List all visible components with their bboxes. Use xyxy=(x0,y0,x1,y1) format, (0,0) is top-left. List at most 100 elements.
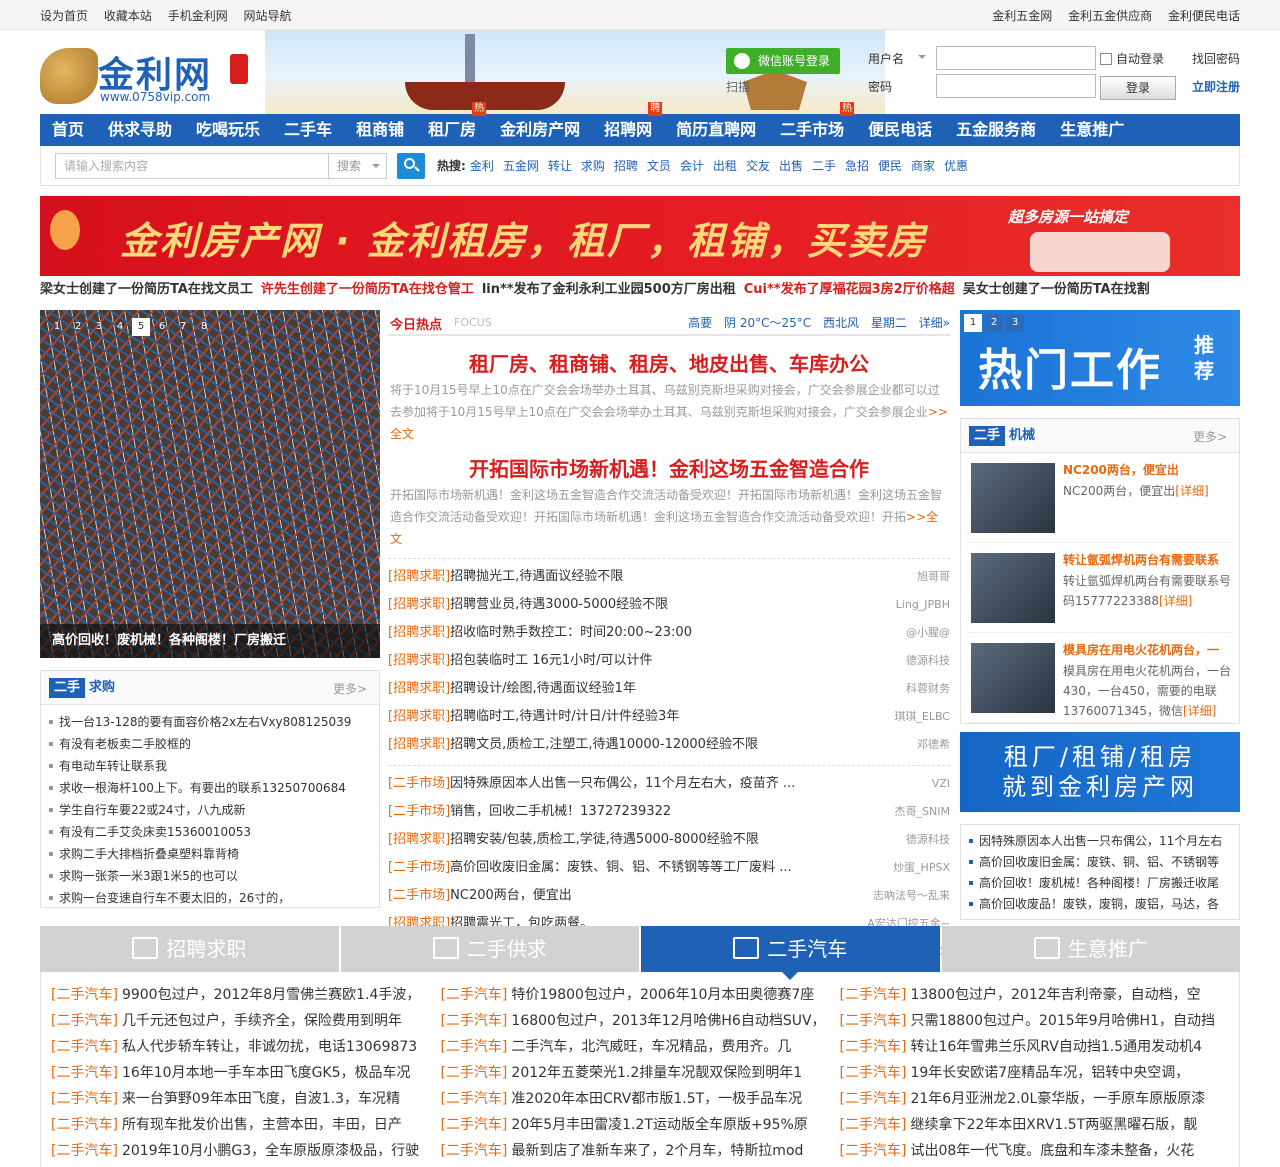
listing-item[interactable]: [二手汽车] 几千元还包过户，手续齐全，保险费用到明年 xyxy=(51,1008,426,1034)
news-item[interactable]: [二手市场]NC200两台，便宜出 志吶法号～乱来 xyxy=(388,882,950,910)
detail-link[interactable]: [详细] xyxy=(1159,594,1192,608)
listing-category[interactable]: [二手汽车] xyxy=(51,1039,118,1055)
listing-item[interactable]: [二手汽车] 试出08年一代飞度。底盘和车漆未整备，火花 xyxy=(840,1138,1215,1164)
machine-title[interactable]: 转让氩弧焊机两台有需要联系 xyxy=(1063,551,1239,568)
nav-item[interactable]: 金利房产网 xyxy=(488,114,592,146)
tab-4[interactable]: 生意推广 xyxy=(941,926,1240,972)
wechat-login-button[interactable]: 微信账号登录 xyxy=(726,48,840,74)
hot-keyword[interactable]: 会计 xyxy=(680,159,704,173)
listing-title[interactable]: 21年6月亚洲龙2.0L豪华版，一手原车原版原漆 xyxy=(910,1091,1205,1107)
listing-category[interactable]: [二手汽车] xyxy=(440,987,507,1003)
machine-thumbnail[interactable] xyxy=(971,463,1055,533)
list-item[interactable]: 有没有老板卖二手胶框的 xyxy=(49,733,371,755)
hot-keyword[interactable]: 商家 xyxy=(911,159,935,173)
hot-keyword[interactable]: 文员 xyxy=(647,159,671,173)
machine-item[interactable]: 模具房在用电火花机两台，一 模具房在用电火花机两台，一台430，一台450，需要的… xyxy=(969,633,1231,723)
listing-title[interactable]: 准2020年本田CRV都市版1.5T，一极手品车况 xyxy=(511,1091,802,1107)
news-item[interactable]: [招聘求职]招包装临时工 16元1小时/可以计件 德源科技 xyxy=(388,647,950,675)
nav-item[interactable]: 供求寻助 xyxy=(96,114,184,146)
nav-item[interactable]: 二手车 xyxy=(272,114,344,146)
listing-category[interactable]: [二手汽车] xyxy=(840,1065,907,1081)
hot-keyword[interactable]: 转让 xyxy=(548,159,572,173)
listing-item[interactable]: [二手汽车] 所有现车批发价出售，主营本田，丰田，日产 xyxy=(51,1112,426,1138)
listing-item[interactable]: [二手汽车] 继续拿下22年本田XRV1.5T两驱黑曜石版，靓 xyxy=(840,1112,1215,1138)
hot-keyword[interactable]: 求购 xyxy=(581,159,605,173)
mobile-site-link[interactable]: 手机金利网 xyxy=(168,9,228,23)
set-homepage-link[interactable]: 设为首页 xyxy=(40,9,88,23)
news-category[interactable]: [招聘求职] xyxy=(388,653,450,668)
nav-item[interactable]: 租商铺 xyxy=(344,114,416,146)
list-item[interactable]: 求收一根海杆100上下。有要出的联系13250700684 xyxy=(49,777,371,799)
auto-login-checkbox[interactable]: 自动登录 xyxy=(1100,50,1164,67)
listing-item[interactable]: [二手汽车] 16800包过户，2013年12月哈佛H6自动档SUV， xyxy=(440,1008,825,1034)
listing-title[interactable]: 2012年五菱荣光1.2排量车况靓双保险到明年1 xyxy=(511,1065,802,1081)
listing-item[interactable]: [二手汽车] 2012年五菱荣光1.2排量车况靓双保险到明年1 xyxy=(440,1060,825,1086)
hot-keyword[interactable]: 金利 xyxy=(470,159,494,173)
news-item[interactable]: [招聘求职]招收临时熟手数控工：时间20:00~23:00 @小腥@ xyxy=(388,619,950,647)
listing-title[interactable]: 9900包过户，2012年8月雪佛兰赛欧1.4手波， xyxy=(122,987,420,1003)
news-item[interactable]: [二手市场]销售，回收二手机械！13727239322 杰哥_SNIM xyxy=(388,798,950,826)
listing-title[interactable]: 16800包过户，2013年12月哈佛H6自动档SUV， xyxy=(511,1013,825,1029)
listing-title[interactable]: 所有现车批发价出售，主营本田，丰田，日产 xyxy=(122,1117,402,1133)
list-item[interactable]: 因特殊原因本人出售一只布偶公，11个月左右 xyxy=(969,831,1231,852)
machine-item[interactable]: 转让氩弧焊机两台有需要联系 转让氩弧焊机两台有需要联系号码15777223388[… xyxy=(969,543,1231,633)
listing-category[interactable]: [二手汽车] xyxy=(840,1091,907,1107)
news-title[interactable]: 招聘营业员,待遇3000-5000经验不限 xyxy=(450,597,668,612)
listing-category[interactable]: [二手汽车] xyxy=(440,1117,507,1133)
list-item[interactable]: 求购二手大排档折叠桌塑料靠背椅 xyxy=(49,843,371,865)
listing-category[interactable]: [二手汽车] xyxy=(840,1117,907,1133)
hardware-site-link[interactable]: 金利五金网 xyxy=(992,9,1052,23)
list-item[interactable]: 找一台13-128的要有面容价格2x左右Vxy808125039 xyxy=(49,711,371,733)
rent-promo-banner[interactable]: 租厂/租铺/租房 就到金利房产网 xyxy=(960,732,1240,812)
news-item[interactable]: [二手市场]高价回收废旧金属：废铁、铜、铝、不锈钢等等工厂废料 ... 炒蛋_HP… xyxy=(388,854,950,882)
listing-title[interactable]: 20年5月丰田雷凌1.2T运动版全车原版+95%原 xyxy=(511,1117,807,1133)
username-input[interactable] xyxy=(936,46,1096,70)
username-dropdown-icon[interactable] xyxy=(918,55,926,63)
headline-title[interactable]: 租厂房、租商铺、租房、地皮出售、车库办公 xyxy=(388,348,950,377)
headline-title[interactable]: 开拓国际市场新机遇！金利这场五金智造合作 xyxy=(388,453,950,482)
listing-item[interactable]: [二手汽车] 19年长安欧诺7座精品车况，铝转中央空调， xyxy=(840,1060,1215,1086)
listing-title[interactable]: 来一台笋野09年本田飞度，自波1.3，车况精 xyxy=(122,1091,400,1107)
search-input[interactable]: 请输入搜索内容 xyxy=(55,153,329,179)
news-item[interactable]: [招聘求职]招聘营业员,待遇3000-5000经验不限 Ling_JPBH xyxy=(388,591,950,619)
hot-keyword[interactable]: 招聘 xyxy=(614,159,638,173)
listing-category[interactable]: [二手汽车] xyxy=(440,1091,507,1107)
listing-title[interactable]: 特价19800包过户，2006年10月本田奥德赛7座 xyxy=(511,987,814,1003)
listing-title[interactable]: 最新到店了准新车来了，2个月车，特斯拉mod xyxy=(511,1143,803,1159)
ticker-item[interactable]: Cui**发布了厚福花园3房2厅价格超 xyxy=(744,282,955,297)
weather-detail-link[interactable]: 详细» xyxy=(919,316,950,330)
listing-item[interactable]: [二手汽车] 二手汽车，北汽威旺，车况精品，费用齐。几 xyxy=(440,1034,825,1060)
news-item[interactable]: [招聘求职]招聘抛光工,待遇面议经验不限 旭哥哥 xyxy=(388,563,950,591)
listing-item[interactable]: [二手汽车] 转让16年雪弗兰乐风RV自动挡1.5通用发动机4 xyxy=(840,1034,1215,1060)
hot-keyword[interactable]: 急招 xyxy=(845,159,869,173)
news-category[interactable]: [招聘求职] xyxy=(388,832,450,847)
listing-title[interactable]: 二手汽车，北汽威旺，车况精品，费用齐。几 xyxy=(511,1039,791,1055)
listing-category[interactable]: [二手汽车] xyxy=(440,1065,507,1081)
listing-item[interactable]: [二手汽车] 20年5月丰田雷凌1.2T运动版全车原版+95%原 xyxy=(440,1112,825,1138)
password-input[interactable] xyxy=(936,74,1096,98)
news-title[interactable]: 招聘临时工,待遇计时/计日/计件经验3年 xyxy=(450,709,679,724)
listing-category[interactable]: [二手汽车] xyxy=(840,1039,907,1055)
list-item[interactable]: 高价回收废品！废铁，废铜，废铝，马达，各 xyxy=(969,894,1231,915)
list-item[interactable]: 求购一台变速自行车不要太旧的，26寸的， xyxy=(49,887,371,909)
tab-1[interactable]: 招聘求职 xyxy=(40,926,339,972)
listing-category[interactable]: [二手汽车] xyxy=(51,1091,118,1107)
hot-jobs-page-button[interactable]: 1 xyxy=(964,314,982,332)
slider-page-button[interactable]: 5 xyxy=(132,318,150,336)
list-item[interactable]: 有没有二手艾灸床卖15360010053 xyxy=(49,821,371,843)
listing-category[interactable]: [二手汽车] xyxy=(440,1143,507,1159)
nav-item[interactable]: 招聘网 聘 xyxy=(592,102,664,146)
listing-title[interactable]: 继续拿下22年本田XRV1.5T两驱黑曜石版，靓 xyxy=(910,1117,1197,1133)
machine-thumbnail[interactable] xyxy=(971,643,1055,713)
detail-link[interactable]: [详细] xyxy=(1175,484,1208,498)
listing-category[interactable]: [二手汽车] xyxy=(51,987,118,1003)
machine-title[interactable]: 模具房在用电火花机两台，一 xyxy=(1063,641,1239,658)
hot-jobs-page-button[interactable]: 2 xyxy=(985,314,1003,332)
list-item[interactable]: 有电动车转让联系我 xyxy=(49,755,371,777)
news-title[interactable]: 招聘安装/包装,质检工,学徒,待遇5000-8000经验不限 xyxy=(450,832,759,847)
news-category[interactable]: [招聘求职] xyxy=(388,737,450,752)
listing-title[interactable]: 试出08年一代飞度。底盘和车漆未整备，火花 xyxy=(910,1143,1194,1159)
news-title[interactable]: NC200两台，便宜出 xyxy=(450,888,572,903)
forgot-password-link[interactable]: 找回密码 xyxy=(1192,50,1240,67)
hot-jobs-page-button[interactable]: 3 xyxy=(1006,314,1024,332)
